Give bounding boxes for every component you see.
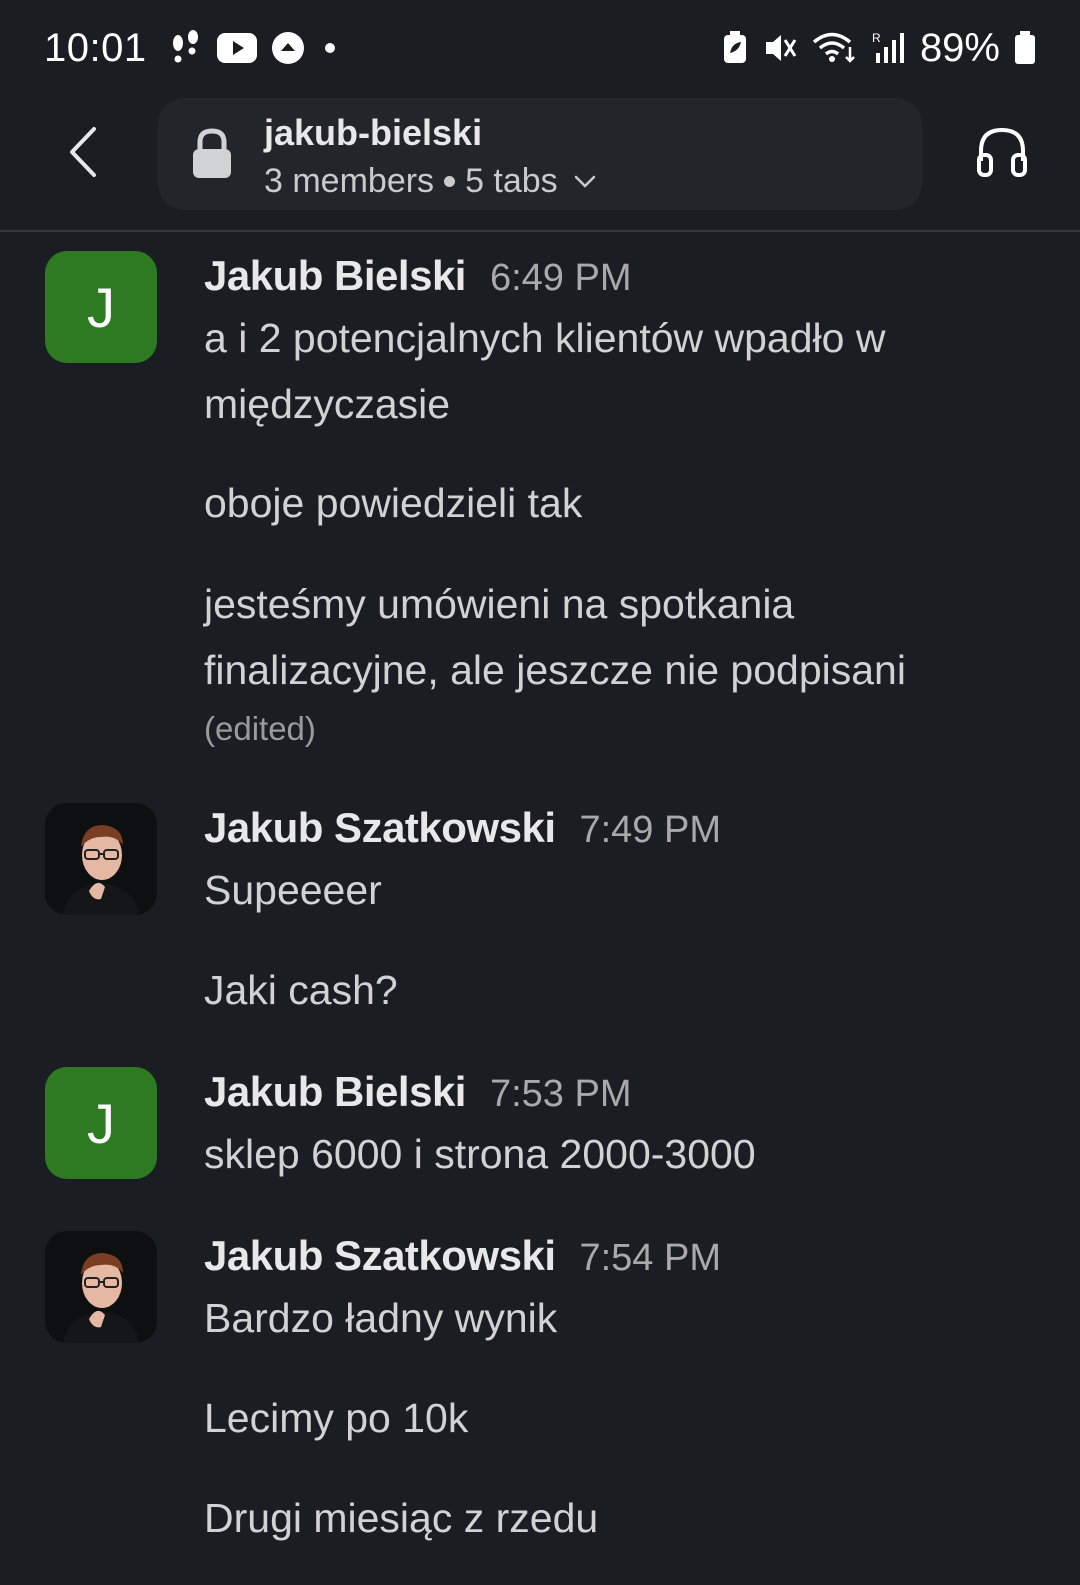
message-text: jesteśmy umówieni na spotkania	[204, 581, 795, 627]
avatar[interactable]	[45, 803, 157, 915]
channel-name: jakub-bielski	[264, 112, 483, 153]
status-bar: 10:01 R 89%	[0, 0, 1080, 96]
sender-name[interactable]: Jakub Bielski	[204, 1068, 466, 1116]
message-time: 7:49 PM	[579, 809, 722, 851]
huddle-button[interactable]	[972, 122, 1032, 182]
tabs-count: 5 tabs	[465, 162, 558, 200]
lock-icon	[190, 128, 234, 180]
youtube-icon	[216, 33, 257, 63]
message-time: 7:53 PM	[489, 1073, 632, 1115]
message-text: finalizacyjne, ale jeszcze nie podpisani	[204, 647, 906, 693]
mute-vibrate-icon	[762, 31, 798, 65]
message-text: Bardzo ładny wynik	[204, 1295, 558, 1341]
avatar-letter: J	[87, 275, 115, 339]
battery-saver-icon	[722, 31, 748, 65]
avatar[interactable]: J	[45, 1067, 157, 1179]
sender-name[interactable]: Jakub Szatkowski	[204, 804, 556, 852]
status-left: 10:01	[44, 26, 341, 71]
status-time: 10:01	[44, 25, 147, 70]
profile-photo-icon	[45, 803, 157, 915]
avatar[interactable]: J	[45, 251, 157, 363]
chevron-down-icon	[574, 175, 596, 189]
message-header: Jakub Szatkowski 7:54 PM	[204, 1232, 721, 1280]
profile-photo-icon	[45, 1231, 157, 1343]
sender-name[interactable]: Jakub Szatkowski	[204, 1232, 556, 1280]
avatar-letter: J	[87, 1091, 115, 1155]
signal-icon: R	[872, 31, 906, 65]
channel-meta: 3 members 5 tabs	[264, 162, 596, 201]
back-button[interactable]	[52, 122, 112, 182]
separator-dot	[444, 176, 456, 187]
channel-header: jakub-bielski 3 members 5 tabs	[0, 96, 1080, 232]
svg-text:R: R	[872, 31, 881, 45]
message-time: 6:49 PM	[489, 257, 632, 299]
edited-label: (edited)	[204, 710, 316, 747]
message-text: oboje powiedzieli tak	[204, 480, 583, 526]
message-header: Jakub Bielski 7:53 PM	[204, 1068, 632, 1116]
dot-icon	[319, 37, 341, 59]
avatar[interactable]	[45, 1231, 157, 1343]
message-header: Jakub Szatkowski 7:49 PM	[204, 804, 721, 852]
status-right: R 89%	[722, 26, 1036, 71]
message-time: 7:54 PM	[579, 1237, 722, 1279]
message-header: Jakub Bielski 6:49 PM	[204, 252, 632, 300]
back-arrow-icon	[70, 127, 96, 177]
sender-name[interactable]: Jakub Bielski	[204, 252, 466, 300]
wifi-icon	[812, 31, 858, 65]
message-text: międzyczasie	[204, 381, 451, 427]
channel-info-button[interactable]: jakub-bielski 3 members 5 tabs	[158, 98, 922, 210]
upload-icon	[271, 31, 305, 65]
message-text: Drugi miesiąc z rzedu	[204, 1495, 599, 1541]
battery-percent: 89%	[919, 25, 1000, 70]
steps-icon	[169, 29, 203, 67]
message-text: Lecimy po 10k	[204, 1395, 469, 1441]
headphones-icon	[977, 127, 1027, 177]
message-text: sklep 6000 i strona 2000-3000	[204, 1131, 756, 1177]
members-count: 3 members	[264, 162, 435, 200]
battery-icon	[1014, 31, 1036, 65]
status-icons-left	[169, 29, 341, 67]
message-text: a i 2 potencjalnych klientów wpadło w	[204, 315, 886, 361]
message-text: Jaki cash?	[204, 967, 398, 1013]
message-text: Supeeeer	[204, 867, 382, 913]
